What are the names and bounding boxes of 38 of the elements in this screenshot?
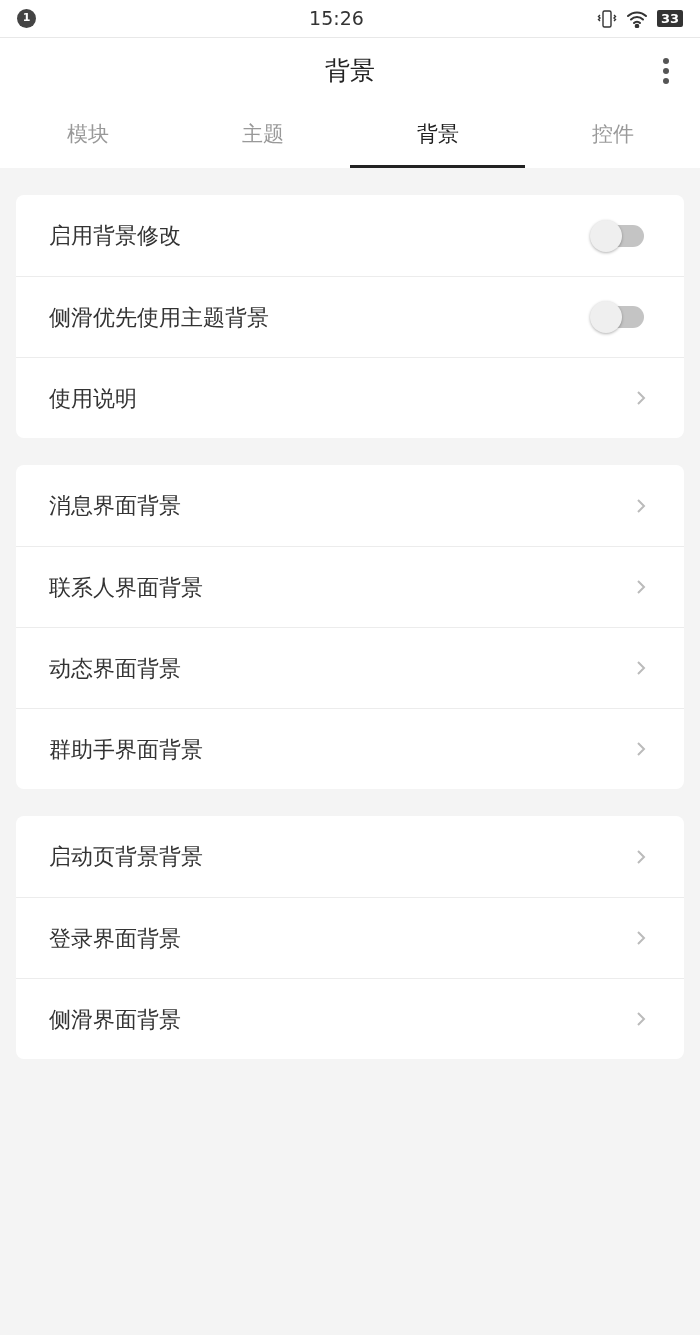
toggle-switch[interactable] [590, 300, 646, 334]
settings-row[interactable]: 侧滑界面背景 [16, 978, 684, 1059]
chevron-right-icon [636, 1011, 646, 1027]
row-label: 侧滑界面背景 [49, 1005, 181, 1034]
chevron-right-icon [636, 579, 646, 595]
row-label: 启用背景修改 [49, 222, 181, 250]
battery-indicator: 33 [656, 10, 683, 27]
page-title: 背景 [325, 55, 375, 88]
settings-row[interactable]: 消息界面背景 [16, 465, 684, 546]
row-label: 侧滑优先使用主题背景 [49, 303, 269, 332]
chevron-right-icon [636, 930, 646, 946]
settings-row[interactable]: 侧滑优先使用主题背景 [16, 276, 684, 357]
row-label: 联系人界面背景 [49, 573, 203, 602]
toggle-switch[interactable] [590, 218, 646, 253]
row-label: 登录界面背景 [49, 924, 181, 953]
settings-row[interactable]: 联系人界面背景 [16, 546, 684, 627]
row-label: 消息界面背景 [49, 492, 181, 520]
row-label: 使用说明 [49, 384, 137, 413]
vibrate-icon [596, 8, 617, 29]
settings-row[interactable]: 启动页背景背景 [16, 816, 684, 897]
notification-badge: 1 [17, 9, 36, 28]
tab[interactable]: 背景 [350, 104, 525, 168]
row-label: 动态界面背景 [49, 654, 181, 683]
wifi-icon [625, 9, 648, 28]
settings-row[interactable]: 使用说明 [16, 357, 684, 438]
chevron-right-icon [636, 741, 646, 757]
settings-row[interactable]: 动态界面背景 [16, 627, 684, 708]
chevron-right-icon [636, 390, 646, 406]
chevron-right-icon [636, 848, 646, 865]
settings-row[interactable]: 登录界面背景 [16, 897, 684, 978]
settings-row[interactable]: 群助手界面背景 [16, 708, 684, 789]
status-time: 15:26 [309, 6, 364, 32]
more-icon[interactable] [662, 57, 670, 85]
chevron-right-icon [636, 660, 646, 676]
chevron-right-icon [636, 497, 646, 514]
row-label: 群助手界面背景 [49, 735, 203, 764]
row-label: 启动页背景背景 [49, 843, 203, 871]
settings-row[interactable]: 启用背景修改 [16, 195, 684, 276]
